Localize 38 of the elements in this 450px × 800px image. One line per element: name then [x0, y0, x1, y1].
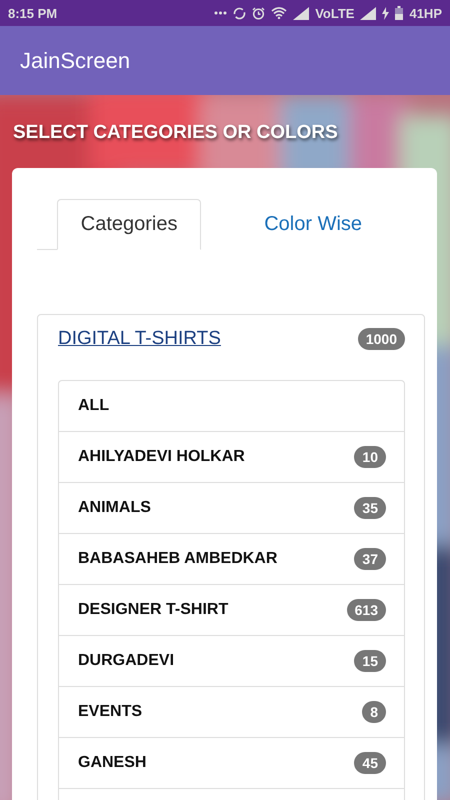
- list-item[interactable]: GANESH 45: [59, 738, 404, 789]
- count-badge: 45: [354, 752, 386, 774]
- alarm-icon: [252, 6, 266, 20]
- list-item[interactable]: BABASAHEB AMBEDKAR 37: [59, 534, 404, 585]
- item-label: DURGADEVI: [78, 652, 174, 670]
- item-label: AHILYADEVI HOLKAR: [78, 448, 245, 466]
- charging-icon: [382, 6, 390, 20]
- count-badge: 15: [354, 650, 386, 672]
- list-item[interactable]: DURGADEVI 15: [59, 636, 404, 687]
- battery-label: 41HP: [409, 6, 442, 20]
- count-badge: 37: [354, 548, 386, 570]
- signal-icon: [360, 6, 376, 20]
- count-badge: 613: [346, 599, 386, 621]
- item-label: BABASAHEB AMBEDKAR: [78, 550, 278, 568]
- list-item[interactable]: AHILYADEVI HOLKAR 10: [59, 432, 404, 483]
- battery-icon: [395, 6, 404, 20]
- item-label: ALL: [78, 397, 110, 415]
- count-badge: 10: [354, 446, 386, 468]
- count-badge: 8: [362, 701, 386, 723]
- list-item[interactable]: ANIMALS 35: [59, 483, 404, 534]
- list-item[interactable]: DESIGNER T-SHIRT 613: [59, 585, 404, 636]
- tab[interactable]: Categories: [57, 199, 202, 250]
- item-label: EVENTS: [78, 703, 142, 721]
- item-label: DESIGNER T-SHIRT: [78, 601, 228, 619]
- status-time: 8:15 PM: [8, 6, 58, 20]
- wifi-icon: [271, 7, 288, 19]
- more-icon: [214, 11, 228, 15]
- app-title: JainScreen: [20, 48, 130, 74]
- item-label: ANIMALS: [78, 499, 151, 517]
- count-badge: 35: [354, 497, 386, 519]
- sync-icon: [233, 6, 246, 20]
- signal-icon: [293, 6, 310, 20]
- category-link[interactable]: DIGITAL T-SHIRTS: [58, 328, 221, 350]
- item-label: GANESH: [78, 754, 146, 772]
- list-item[interactable]: EVENTS 8: [59, 687, 404, 738]
- network-label: VoLTE: [315, 6, 354, 20]
- count-badge: 1000: [358, 328, 405, 350]
- list-item[interactable]: ALL: [59, 381, 404, 432]
